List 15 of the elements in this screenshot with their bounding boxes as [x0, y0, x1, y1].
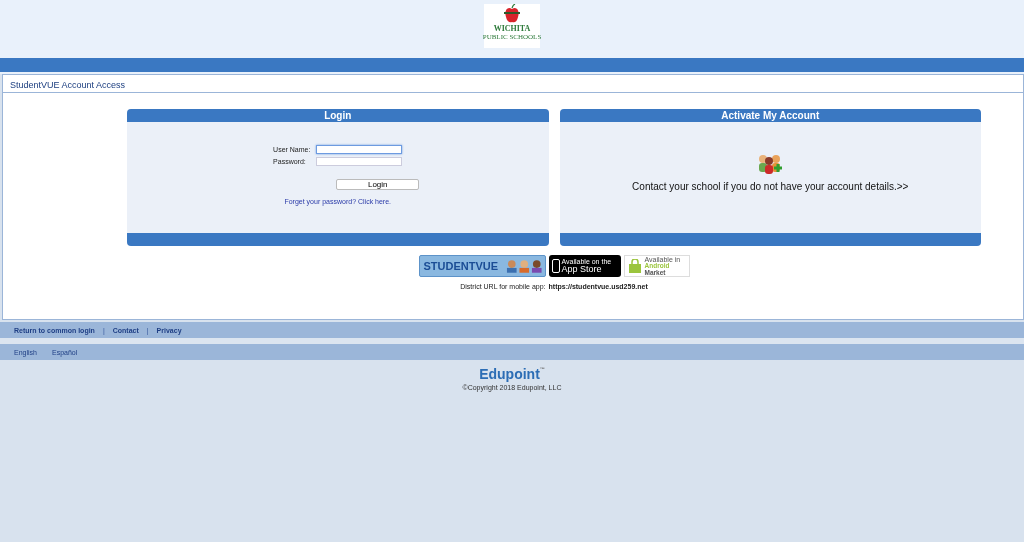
login-button[interactable]: Login [336, 179, 420, 190]
students-icon [506, 259, 545, 273]
edupoint-logo: Edupoint$^{™}$ [479, 366, 545, 382]
people-add-icon [757, 153, 784, 175]
apple-icon [504, 4, 520, 24]
panel-header: Activate My Account [559, 109, 981, 122]
logo-name: WICHITA [493, 24, 531, 33]
password-field[interactable] [316, 157, 403, 166]
username-field[interactable] [316, 145, 403, 154]
activate-message: Contact your school if you do not have your account details.>> [632, 181, 909, 192]
panel-header: Login [127, 109, 549, 122]
phone-icon [551, 259, 560, 273]
studentvue-badge[interactable]: STUDENTVUE [418, 255, 546, 277]
shopping-bag-icon [627, 259, 642, 273]
page-title: StudentVUE Account Access [3, 75, 1023, 93]
